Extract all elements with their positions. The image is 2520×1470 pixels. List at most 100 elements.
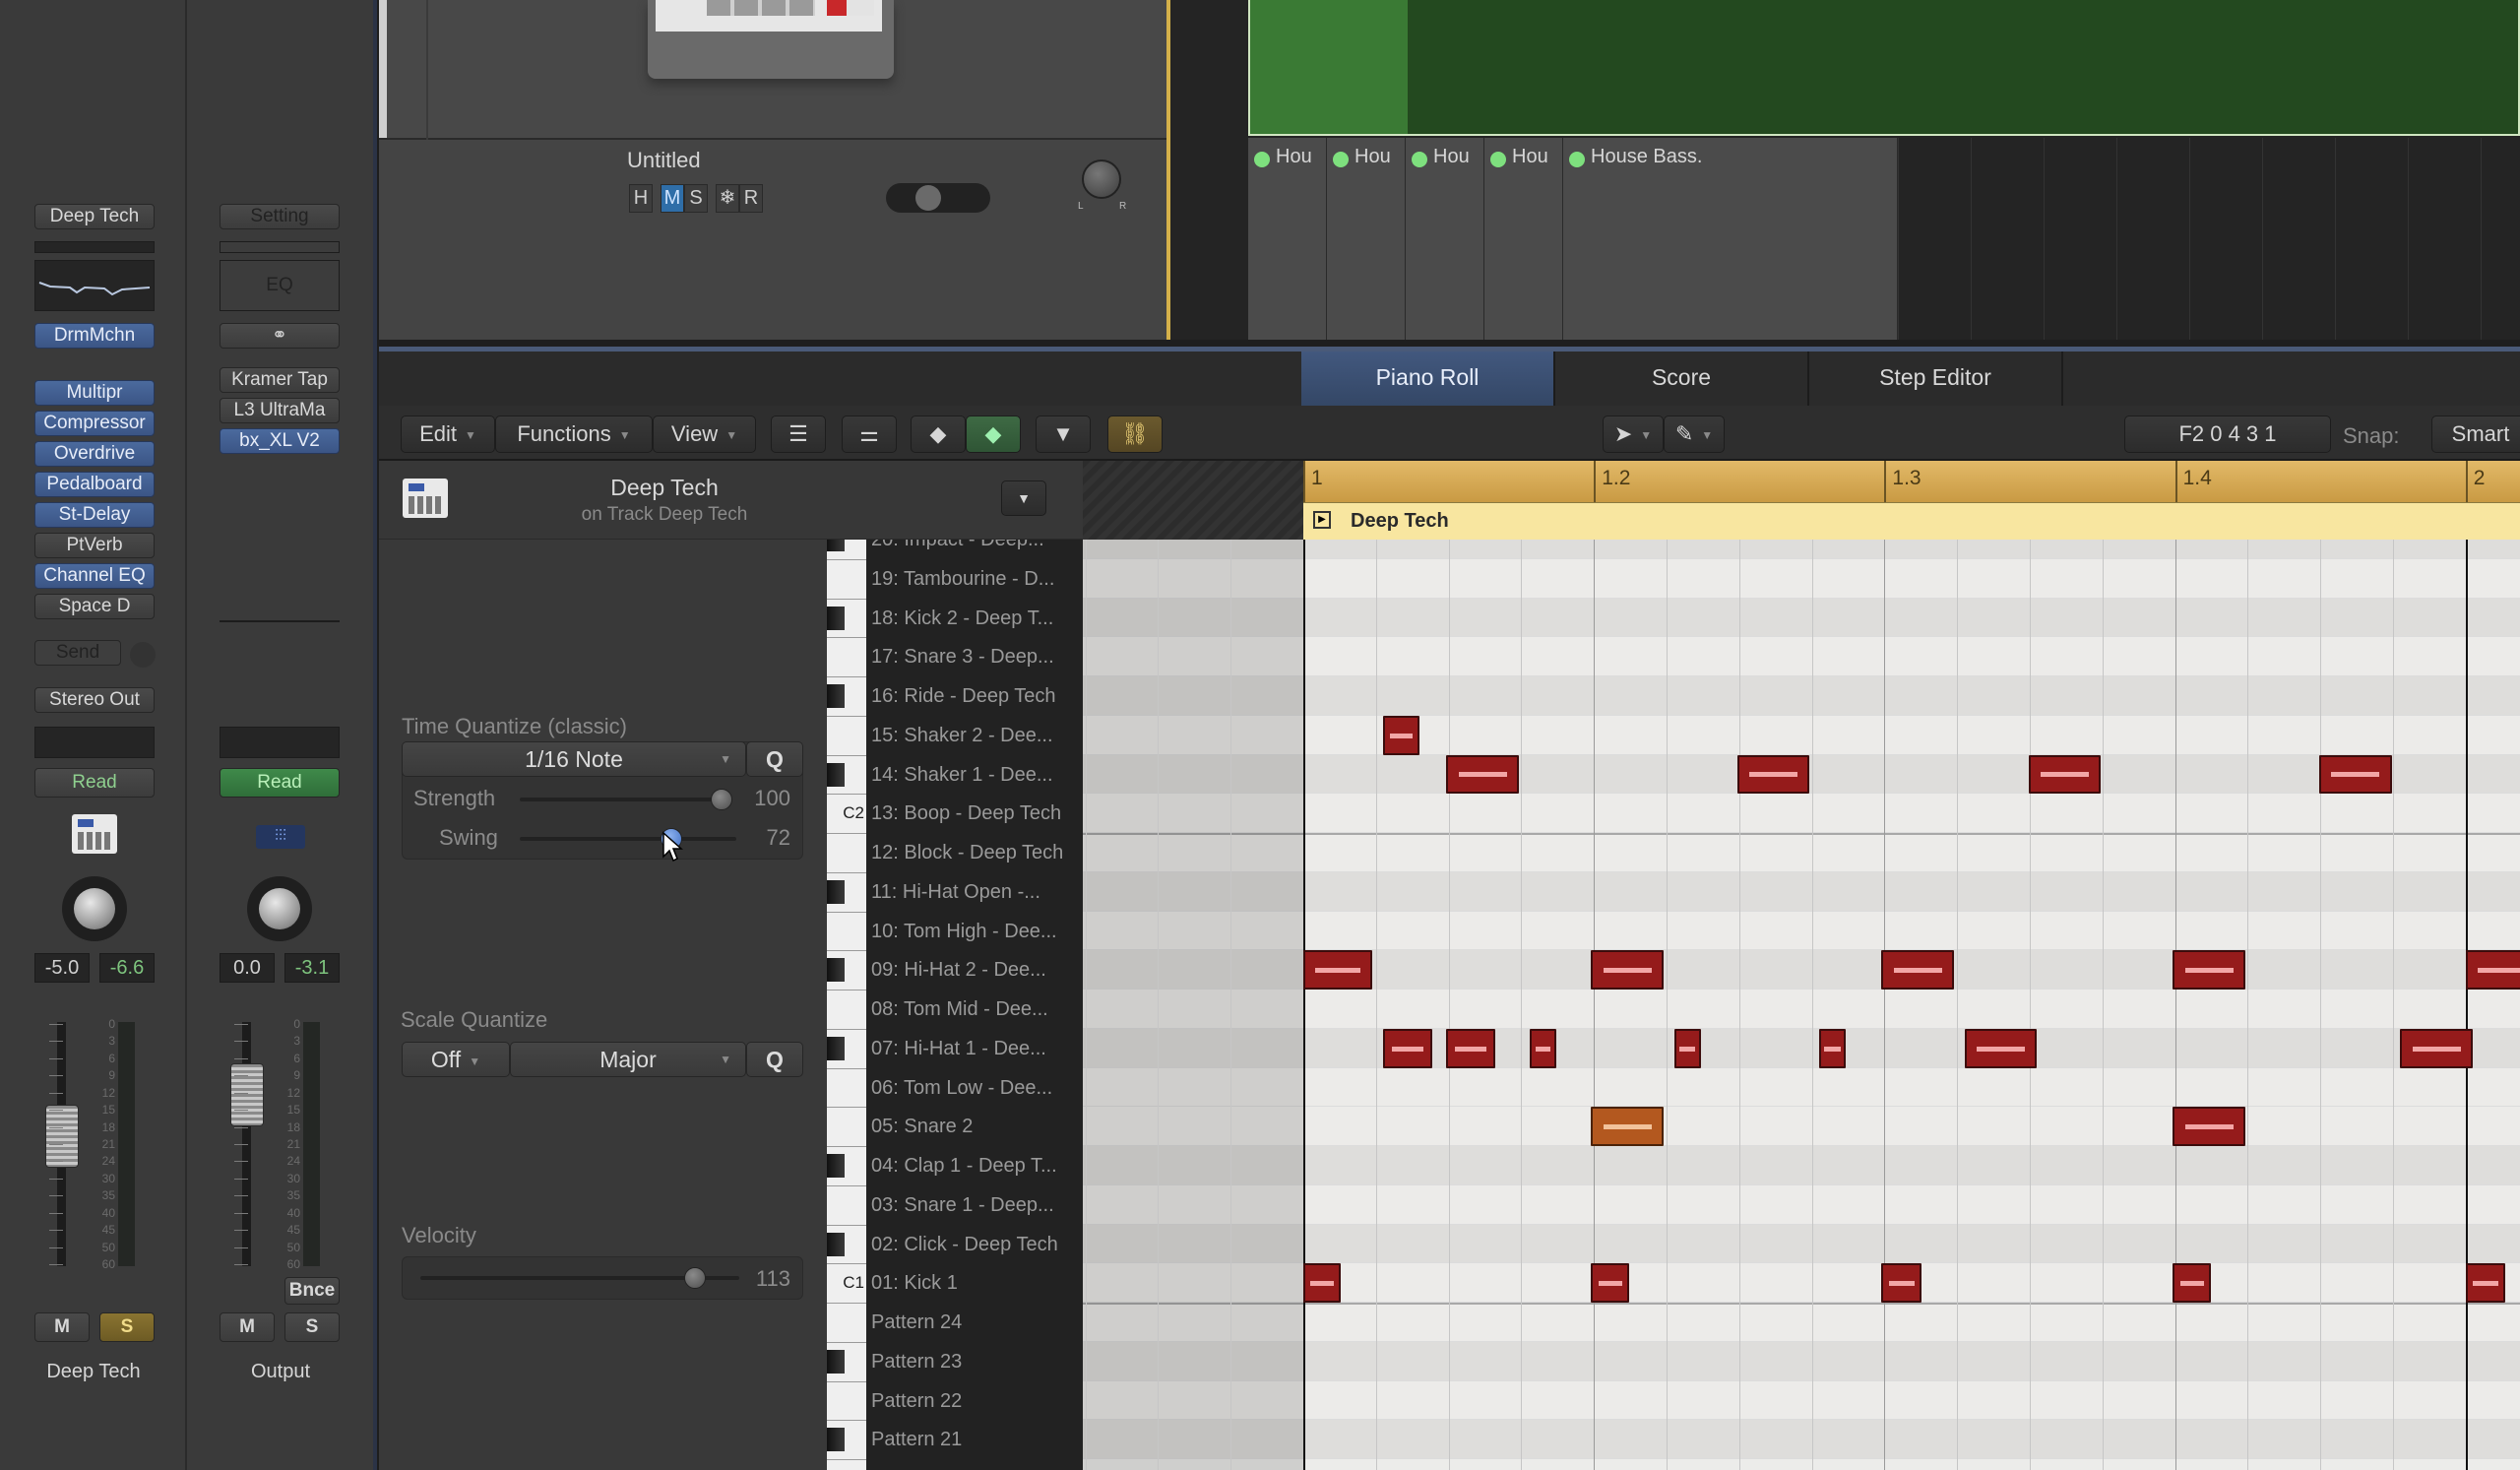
play-icon[interactable]: ▶ [1313,511,1331,529]
midi-region[interactable]: Hou [1406,138,1484,340]
pan-knob[interactable] [247,876,312,941]
drum-name-row[interactable]: 16: Ride - Deep Tech [866,676,1083,716]
plugin-slot[interactable]: PtVerb [34,533,155,558]
eq-thumbnail[interactable]: EQ [220,260,340,311]
black-key[interactable] [827,606,845,630]
track-volume-slider[interactable] [886,183,990,213]
link-icon[interactable]: ⛓ [1107,415,1163,453]
midi-region[interactable]: Hou [1327,138,1406,340]
drum-name-row[interactable]: 05: Snare 2 [866,1107,1083,1146]
drum-name-row[interactable]: 03: Snare 1 - Deep... [866,1185,1083,1225]
drum-name-row[interactable]: 09: Hi-Hat 2 - Dee... [866,950,1083,990]
midi-note[interactable] [1591,1263,1630,1303]
black-key[interactable] [827,1154,845,1178]
pointer-tool-icon[interactable]: ➤ ▼ [1603,415,1664,453]
drum-name-row[interactable]: 20: Impact - Deep... [866,540,1083,559]
bounce-button[interactable]: Bnce [284,1277,340,1305]
mute-button[interactable]: M [220,1312,275,1342]
midi-note[interactable] [1446,1028,1495,1068]
channel-name[interactable]: Output [187,1361,374,1383]
drum-name-row[interactable]: Pattern 23 [866,1342,1083,1381]
plugin-slot[interactable]: Channel EQ [34,563,155,589]
scale-mode-dropdown[interactable]: Off ▼ [402,1042,510,1077]
track-row[interactable] [379,140,1166,340]
drum-name-row[interactable]: 14: Shaker 1 - Dee... [866,755,1083,795]
automation-mode-button[interactable]: Read [34,768,155,798]
drum-name-row[interactable]: 06: Tom Low - Dee... [866,1068,1083,1108]
drum-name-row[interactable]: 11: Hi-Hat Open -... [866,872,1083,912]
group-slot[interactable] [34,727,155,758]
snap-dropdown[interactable]: Smart [2431,415,2520,453]
setting-button[interactable]: Deep Tech [34,204,155,229]
tab-step-editor[interactable]: Step Editor [1809,352,2063,406]
view-menu[interactable]: View ▼ [653,415,756,453]
black-key[interactable] [827,879,845,904]
group-slot[interactable] [220,727,340,758]
drum-name-row[interactable]: Pattern 22 [866,1381,1083,1421]
midi-note[interactable] [2173,1107,2246,1146]
midi-note[interactable] [1674,1028,1701,1068]
pencil-tool-icon[interactable]: ✎ ▼ [1664,415,1725,453]
midi-note[interactable] [2028,754,2102,795]
mute-button[interactable]: M [34,1312,90,1342]
drum-name-row[interactable]: 12: Block - Deep Tech [866,833,1083,872]
scale-quantize-button[interactable]: Q [746,1042,803,1077]
automation-mode-button[interactable]: Read [220,768,340,798]
midi-note[interactable] [1530,1028,1556,1068]
midi-note[interactable] [2465,950,2520,990]
midi-note[interactable] [2173,950,2246,990]
midi-note[interactable] [1303,1263,1342,1303]
drum-name-row[interactable]: 02: Click - Deep Tech [866,1225,1083,1264]
record-enable-button[interactable]: R [739,184,763,213]
stereo-link-icon[interactable]: ⚭ [220,323,340,349]
hide-button[interactable]: H [629,184,653,213]
black-key[interactable] [827,958,845,983]
black-key[interactable] [827,1349,845,1374]
audio-region-green[interactable] [1248,0,2520,136]
drum-name-row[interactable]: 13: Boop - Deep Tech [866,794,1083,833]
tab-piano-roll[interactable]: Piano Roll [1301,352,1555,406]
drum-name-row[interactable]: Pattern 24 [866,1303,1083,1342]
strength-slider[interactable] [520,798,717,801]
drum-name-row[interactable]: 01: Kick 1 [866,1263,1083,1303]
black-key[interactable] [827,1036,845,1060]
midi-region[interactable]: House Bass. [1563,138,1898,340]
black-key[interactable] [827,540,845,551]
drum-name-row[interactable]: 04: Clap 1 - Deep T... [866,1146,1083,1185]
freeze-icon[interactable]: ❄ [716,184,739,213]
midi-out-icon[interactable]: ◆ [966,415,1021,453]
volume-fader-handle[interactable] [45,1105,79,1168]
drum-name-row[interactable]: 19: Tambourine - D... [866,559,1083,599]
midi-note[interactable] [2400,1028,2474,1068]
black-key[interactable] [827,1428,845,1452]
swing-slider[interactable] [520,837,736,841]
black-key[interactable] [827,1232,845,1256]
collapse-view-icon[interactable]: ☰ [771,415,826,453]
midi-note[interactable] [1818,1028,1847,1068]
output-slot[interactable]: Stereo Out [34,687,155,713]
track-pan-knob[interactable] [1082,160,1121,199]
midi-note[interactable] [1591,950,1665,990]
plugin-slot[interactable]: bx_XL V2 [220,428,340,454]
mute-button[interactable]: M [661,184,684,213]
drum-name-row[interactable]: 17: Snare 3 - Deep... [866,637,1083,676]
scale-type-dropdown[interactable]: Major ▼ [510,1042,746,1077]
midi-note[interactable] [2465,1263,2506,1303]
midi-region[interactable]: Hou [1484,138,1563,340]
plugin-slot[interactable]: Pedalboard [34,472,155,497]
drum-name-row[interactable]: 07: Hi-Hat 1 - Dee... [866,1029,1083,1068]
catch-playhead-icon[interactable]: ▼ [1036,415,1091,453]
send-knob[interactable] [130,642,156,668]
functions-menu[interactable]: Functions ▼ [495,415,653,453]
volume-fader-handle[interactable] [230,1063,264,1126]
plugin-slot[interactable]: Space D [34,594,155,619]
black-key[interactable] [827,762,845,787]
waveform-icon[interactable]: ⫶⫶⫶ [256,825,305,849]
instrument-slot[interactable]: DrmMchn [34,323,155,349]
quantize-button[interactable]: Q [746,741,803,777]
midi-note[interactable] [1881,950,1955,990]
bar-ruler[interactable]: 1 1.2 1.3 1.4 2 [1303,461,2520,502]
midi-draw-icon[interactable]: ⚌ [842,415,897,453]
disclosure-button[interactable]: ▼ [1001,480,1046,516]
send-slot[interactable]: Send [34,640,121,666]
